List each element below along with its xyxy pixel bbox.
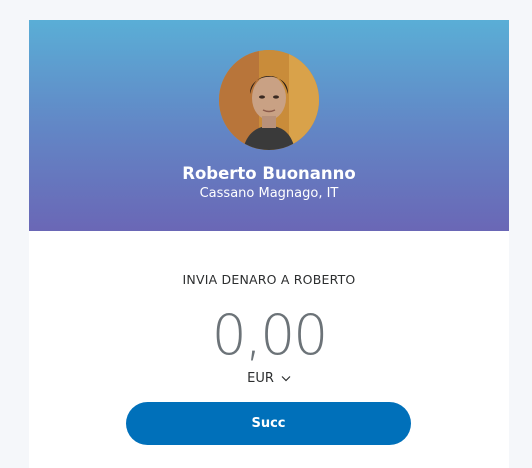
next-button[interactable]: Succ: [126, 402, 411, 445]
profile-photo: [219, 50, 319, 150]
send-money-card: Roberto Buonanno Cassano Magnago, IT INV…: [29, 20, 509, 468]
recipient-location: Cassano Magnago, IT: [199, 186, 339, 201]
recipient-name: Roberto Buonanno: [182, 164, 356, 183]
profile-header: Roberto Buonanno Cassano Magnago, IT: [29, 20, 509, 231]
send-money-label: INVIA DENARO A ROBERTO: [182, 272, 356, 287]
currency-selector[interactable]: EUR: [239, 370, 299, 386]
avatar: [219, 50, 319, 150]
currency-label: EUR: [247, 370, 274, 386]
amount-input[interactable]: 0,00: [29, 304, 509, 366]
chevron-down-icon: [281, 375, 291, 381]
